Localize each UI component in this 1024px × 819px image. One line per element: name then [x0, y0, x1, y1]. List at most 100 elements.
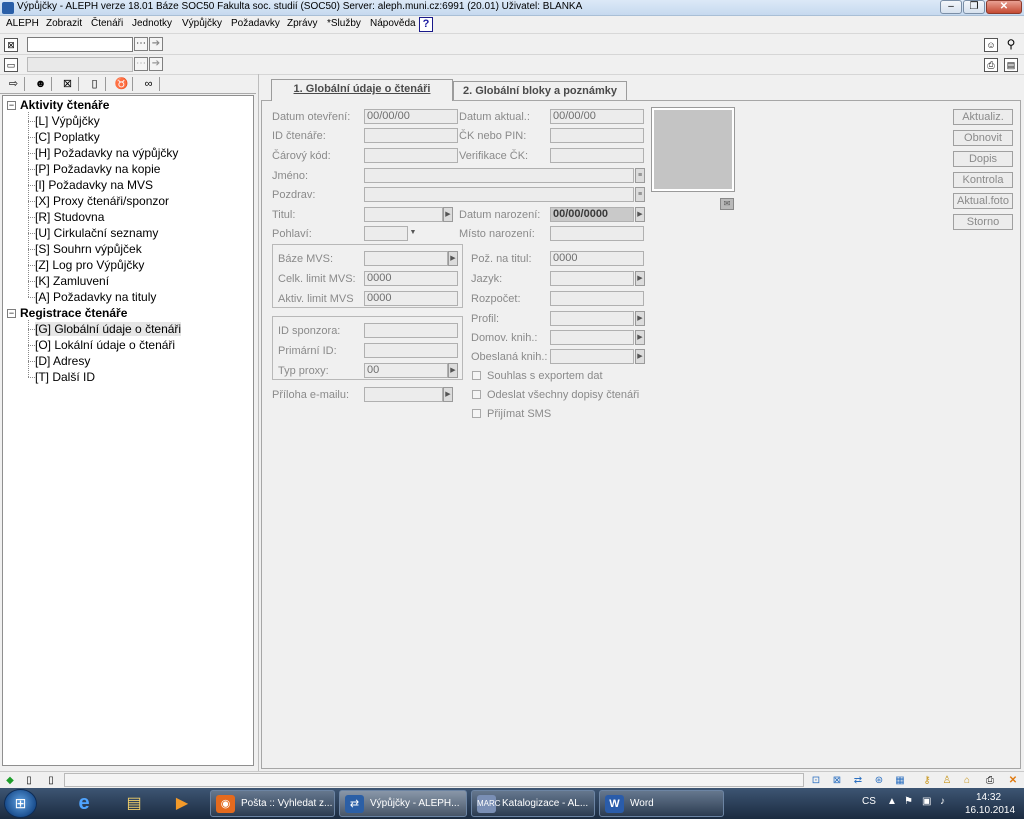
- tree-item-dalsi-id[interactable]: [T] Další ID: [35, 370, 95, 384]
- help-icon[interactable]: ?: [419, 17, 433, 32]
- domov-knih-dropdown-icon[interactable]: ▶: [635, 330, 645, 345]
- menu-ctenari[interactable]: Čtenáři: [91, 18, 123, 29]
- status-tool-3-icon[interactable]: ⇄: [851, 774, 865, 787]
- file-explorer-icon[interactable]: ▤: [114, 791, 154, 816]
- tree-item-log[interactable]: [Z] Log pro Výpůjčky: [35, 258, 144, 272]
- item-search-icon[interactable]: ▭: [4, 58, 18, 72]
- field-domov-knih[interactable]: [550, 330, 634, 345]
- taskbar-word[interactable]: W Word: [599, 790, 724, 817]
- tree-item-proxy[interactable]: [X] Proxy čtenáři/sponzor: [35, 194, 169, 208]
- tree-item-vypujcky[interactable]: [L] Výpůjčky: [35, 114, 100, 128]
- volume-icon[interactable]: ♪: [940, 796, 945, 807]
- field-jazyk[interactable]: [550, 271, 634, 286]
- photo-mail-icon[interactable]: ✉: [720, 198, 734, 210]
- checkbox-souhlas-export[interactable]: [472, 371, 481, 380]
- nav-circulation-icon[interactable]: ⇨: [3, 77, 25, 91]
- aktualizovat-foto-button[interactable]: Aktual.foto: [953, 193, 1013, 209]
- status-tool-1-icon[interactable]: ⊡: [809, 774, 823, 787]
- field-priloha-emailu[interactable]: [364, 387, 443, 402]
- browse-button-1[interactable]: ⋯: [134, 37, 148, 51]
- field-obeslana-knih[interactable]: [550, 349, 634, 364]
- status-close-icon[interactable]: ✕: [1006, 774, 1020, 787]
- tree-item-globalni-udaje[interactable]: [G] Globální údaje o čtenáři: [35, 322, 182, 336]
- clock-date[interactable]: 16.10.2014: [965, 805, 1015, 816]
- menu-zpravy[interactable]: Zprávy: [287, 18, 318, 29]
- field-celk-limit-mvs[interactable]: 0000: [364, 271, 458, 286]
- menu-aleph[interactable]: ALEPH: [6, 18, 39, 29]
- tree-item-pozadavky-kopie[interactable]: [P] Požadavky na kopie: [35, 162, 160, 176]
- status-key-icon[interactable]: ⚷: [920, 774, 934, 787]
- collapse-icon[interactable]: −: [7, 101, 16, 110]
- status-print-icon[interactable]: ⎙: [983, 774, 997, 787]
- field-datum-narozeni[interactable]: 00/00/0000: [550, 207, 634, 222]
- pozdrav-scroll-icon[interactable]: ≡: [635, 187, 645, 202]
- field-jmeno[interactable]: [364, 168, 634, 183]
- field-verifikace-ck[interactable]: [550, 148, 644, 163]
- status-tool-2-icon[interactable]: ⊠: [830, 774, 844, 787]
- patron-id-input[interactable]: [27, 37, 133, 52]
- minimize-button[interactable]: ‒: [940, 0, 962, 14]
- typ-proxy-dropdown-icon[interactable]: ▶: [448, 363, 458, 378]
- aktualizovat-button[interactable]: Aktualiz.: [953, 109, 1013, 125]
- taskbar-vypujcky[interactable]: ⇄ Výpůjčky - ALEPH...: [339, 790, 467, 817]
- field-poz-na-titul[interactable]: 0000: [550, 251, 644, 266]
- collapse-icon[interactable]: −: [7, 309, 16, 318]
- browse-button-2[interactable]: ⋯: [134, 57, 148, 71]
- field-typ-proxy[interactable]: 00: [364, 363, 448, 378]
- menu-pozadavky[interactable]: Požadavky: [231, 18, 280, 29]
- network-icon[interactable]: ▣: [922, 796, 931, 807]
- field-baze-mvs[interactable]: [364, 251, 448, 266]
- nav-patron-icon[interactable]: ☻: [30, 77, 52, 91]
- titul-dropdown-icon[interactable]: ▶: [443, 207, 453, 222]
- status-doc2-icon[interactable]: ▯: [44, 774, 58, 787]
- jmeno-scroll-icon[interactable]: ≡: [635, 168, 645, 183]
- item-barcode-input[interactable]: [27, 57, 133, 72]
- tree-item-pozadavky-mvs[interactable]: [I] Požadavky na MVS: [35, 178, 153, 192]
- nav-card-icon[interactable]: ⊠: [57, 77, 79, 91]
- field-aktiv-limit-mvs[interactable]: 0000: [364, 291, 458, 306]
- status-doc-icon[interactable]: ▯: [22, 774, 36, 787]
- checkbox-prijimat-sms[interactable]: [472, 409, 481, 418]
- kontrola-button[interactable]: Kontrola: [953, 172, 1013, 188]
- status-library-icon[interactable]: ⌂: [960, 774, 974, 787]
- field-misto-narozeni[interactable]: [550, 226, 644, 241]
- taskbar-firefox[interactable]: ◉ Pošta :: Vyhledat z...: [210, 790, 335, 817]
- field-profil[interactable]: [550, 311, 634, 326]
- media-player-icon[interactable]: ▶: [162, 791, 202, 816]
- nav-alert-icon[interactable]: ♉: [111, 77, 133, 91]
- menu-zobrazit[interactable]: Zobrazit: [46, 18, 82, 29]
- patron-icon[interactable]: ☺: [984, 38, 998, 52]
- datum-narozeni-dropdown-icon[interactable]: ▶: [635, 207, 645, 222]
- show-hidden-icons-icon[interactable]: ▲: [887, 796, 897, 807]
- field-titul[interactable]: [364, 207, 443, 222]
- menu-napoveda[interactable]: Nápověda: [370, 18, 416, 29]
- menu-sluzby[interactable]: *Služby: [327, 18, 361, 29]
- status-user-icon[interactable]: ♙: [940, 774, 954, 787]
- taskbar-katalogizace[interactable]: MARC Katalogizace - AL...: [471, 790, 595, 817]
- go-button-1[interactable]: ➔: [149, 37, 163, 51]
- tree-item-studovna[interactable]: [R] Studovna: [35, 210, 104, 224]
- status-tool-4-icon[interactable]: ⊛: [872, 774, 886, 787]
- field-id-sponzora[interactable]: [364, 323, 458, 338]
- field-datum-otevreni[interactable]: 00/00/00: [364, 109, 458, 124]
- nav-book-icon[interactable]: ▯: [84, 77, 106, 91]
- field-pozdrav[interactable]: [364, 187, 634, 202]
- start-button[interactable]: ⊞: [4, 789, 37, 818]
- tree-item-pozadavky-tituly[interactable]: [A] Požadavky na tituly: [35, 290, 156, 304]
- obeslana-knih-dropdown-icon[interactable]: ▶: [635, 349, 645, 364]
- close-button[interactable]: ✕: [986, 0, 1022, 14]
- menu-jednotky[interactable]: Jednotky: [132, 18, 172, 29]
- field-datum-aktual[interactable]: 00/00/00: [550, 109, 644, 124]
- field-rozpocet[interactable]: [550, 291, 644, 306]
- item-icon[interactable]: ▤: [1004, 58, 1018, 72]
- tree-item-adresy[interactable]: [D] Adresy: [35, 354, 90, 368]
- clock-time[interactable]: 14:32: [976, 792, 1001, 803]
- checkbox-odeslat-dopisy[interactable]: [472, 390, 481, 399]
- nav-binoculars-icon[interactable]: ∞: [138, 77, 160, 91]
- status-tool-5-icon[interactable]: ▦: [893, 774, 907, 787]
- field-id-ctenare[interactable]: [364, 128, 458, 143]
- tree-group-aktivity[interactable]: − Aktivity čtenáře: [7, 98, 109, 112]
- tree-item-pozadavky-vypujcky[interactable]: [H] Požadavky na výpůjčky: [35, 146, 178, 160]
- profil-dropdown-icon[interactable]: ▶: [635, 311, 645, 326]
- patron-search-icon[interactable]: ⊠: [4, 38, 18, 52]
